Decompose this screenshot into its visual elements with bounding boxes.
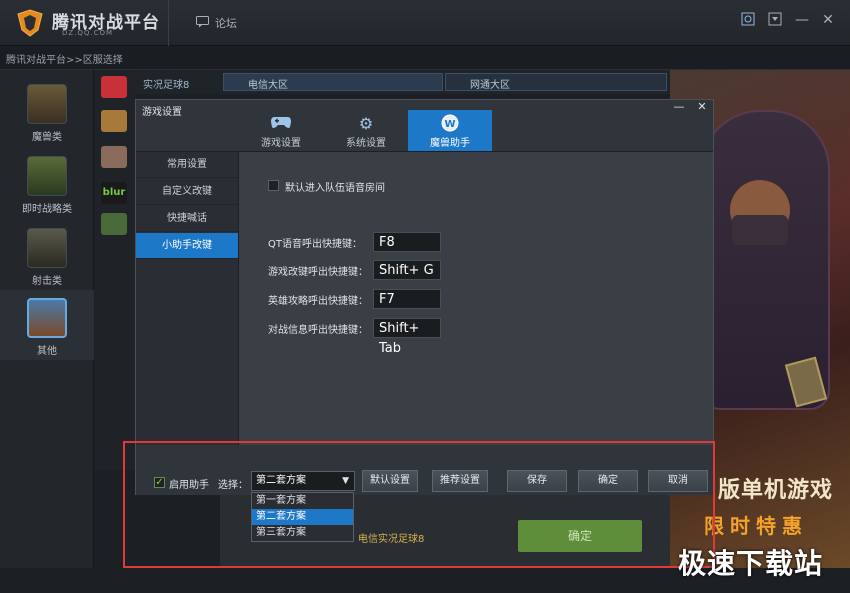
game-icon[interactable] [101, 110, 127, 132]
ad-headline: 版单机游戏 [718, 477, 834, 503]
menu-item-helper-keys[interactable]: 小助手改键 [136, 233, 238, 259]
selected-game-label: 实况足球8 [143, 80, 190, 91]
tab-warcraft-helper[interactable]: W 魔兽助手 [408, 110, 492, 151]
hotkey-input-qt[interactable]: F8 [373, 232, 441, 252]
game-icon[interactable] [101, 213, 127, 235]
breadcrumb: 腾讯对战平台>>区服选择 [0, 46, 850, 70]
dropdown-menu-icon[interactable] [767, 12, 783, 28]
tab-system-settings[interactable]: ⚙ 系统设置 [324, 110, 408, 151]
hotkey-input-game-keys[interactable]: Shift+ G [373, 260, 441, 280]
tab-label: 游戏设置 [261, 138, 301, 149]
scheme-select-label: 选择： [218, 480, 248, 491]
category-rts[interactable]: 即时战略类 [0, 148, 94, 218]
ad-subline: 限时特惠 [704, 514, 808, 538]
settings-icon[interactable] [740, 12, 756, 28]
warcraft-shield-icon: W [408, 114, 492, 134]
close-icon[interactable]: ✕ [820, 12, 836, 28]
game-icon[interactable] [101, 146, 127, 168]
region-tab-telecom[interactable]: 电信大区 [223, 73, 443, 91]
game-list: blur [95, 70, 135, 470]
menu-item-quick-chat[interactable]: 快捷喊话 [136, 206, 238, 232]
tab-label: 系统设置 [346, 138, 386, 149]
default-settings-button[interactable]: 默认设置 [362, 470, 418, 492]
warcraft-thumbnail [27, 84, 67, 124]
gamepad-icon [239, 114, 323, 134]
gear-icon: ⚙ [358, 114, 374, 133]
svg-text:W: W [444, 119, 455, 130]
tab-label: 魔兽助手 [430, 138, 470, 149]
region-bar: 实况足球8 电信大区 网通大区 [135, 70, 670, 94]
minimize-icon[interactable]: — [794, 12, 810, 28]
forum-link[interactable]: 论坛 [196, 15, 237, 31]
settings-side-menu: 常用设置 自定义改键 快捷喊话 小助手改键 [136, 152, 239, 445]
logo-icon [17, 9, 43, 37]
ok-button[interactable]: 确定 [578, 470, 638, 492]
enable-helper-checkbox[interactable]: ✓ [154, 477, 165, 488]
chevron-down-icon: ▼ [342, 476, 349, 486]
scheme-select[interactable]: 第二套方案 ▼ [251, 471, 355, 491]
forum-label: 论坛 [215, 17, 237, 30]
cancel-button[interactable]: 取消 [648, 470, 708, 492]
category-label: 射击类 [32, 276, 62, 287]
region-label: 网通大区 [470, 80, 510, 91]
auto-voice-label: 默认进入队伍语音房间 [285, 183, 385, 194]
dialog-tabs: 游戏设置 ⚙ 系统设置 W 魔兽助手 [136, 110, 713, 152]
scheme-select-value: 第二套方案 [256, 475, 306, 486]
category-label: 即时战略类 [22, 204, 72, 215]
title-bar: 腾讯对战平台 DZ.QQ.COM 论坛 — ✕ [0, 0, 850, 46]
tab-game-settings[interactable]: 游戏设置 [239, 110, 323, 151]
shooter-thumbnail [27, 228, 67, 268]
ad-mask-image [732, 215, 788, 245]
dialog-footer: ✓ 启用助手 选择： 第二套方案 ▼ 默认设置 推荐设置 保存 确定 取消 [136, 445, 713, 495]
menu-item-custom-keys[interactable]: 自定义改键 [136, 179, 238, 205]
hotkey-label: QT语音呼出快捷键： [268, 239, 362, 250]
hotkey-label: 游戏改键呼出快捷键： [268, 267, 368, 278]
category-label: 其他 [37, 346, 57, 357]
region-tab-netcom[interactable]: 网通大区 [445, 73, 667, 91]
hotkey-input-battle-info[interactable]: Shift+ Tab [373, 318, 441, 356]
category-shooter[interactable]: 射击类 [0, 220, 94, 290]
recommended-settings-button[interactable]: 推荐设置 [432, 470, 488, 492]
category-label: 魔兽类 [32, 132, 62, 143]
scheme-option-selected[interactable]: 第二套方案 [252, 509, 353, 525]
hotkey-input-hero-guide[interactable]: F7 [373, 289, 441, 309]
game-settings-dialog: 游戏设置 — ✕ 游戏设置 ⚙ 系统设置 W 魔兽助手 常用设置 自定义改键 快… [135, 99, 714, 495]
blur-game-icon[interactable]: blur [101, 182, 127, 204]
region-label: 电信大区 [248, 80, 288, 91]
scheme-dropdown-list: 第一套方案 第二套方案 第三套方案 [251, 492, 354, 542]
server-region-text: 电信实况足球8 [358, 534, 425, 545]
scheme-option[interactable]: 第一套方案 [252, 493, 353, 509]
menu-item-common[interactable]: 常用设置 [136, 152, 238, 178]
chat-icon [196, 15, 209, 31]
category-other[interactable]: 其他 [0, 290, 94, 360]
game-icon[interactable] [101, 76, 127, 98]
other-thumbnail [27, 298, 67, 338]
hotkey-label: 对战信息呼出快捷键： [268, 325, 368, 336]
save-button[interactable]: 保存 [507, 470, 567, 492]
enable-helper-label: 启用助手 [169, 480, 209, 491]
hotkey-label: 英雄攻略呼出快捷键： [268, 296, 368, 307]
auto-voice-checkbox[interactable] [268, 180, 279, 191]
settings-content: 默认进入队伍语音房间 QT语音呼出快捷键： F8 游戏改键呼出快捷键： Shif… [239, 152, 713, 445]
app-domain: DZ.QQ.COM [62, 29, 114, 37]
watermark-text: 极速下载站 [678, 547, 824, 580]
category-warcraft[interactable]: 魔兽类 [0, 76, 94, 146]
server-confirm-button[interactable]: 确定 [518, 520, 642, 552]
scheme-option[interactable]: 第三套方案 [252, 525, 353, 541]
rts-thumbnail [27, 156, 67, 196]
divider [168, 0, 169, 46]
category-sidebar: 魔兽类 即时战略类 射击类 其他 [0, 70, 94, 568]
